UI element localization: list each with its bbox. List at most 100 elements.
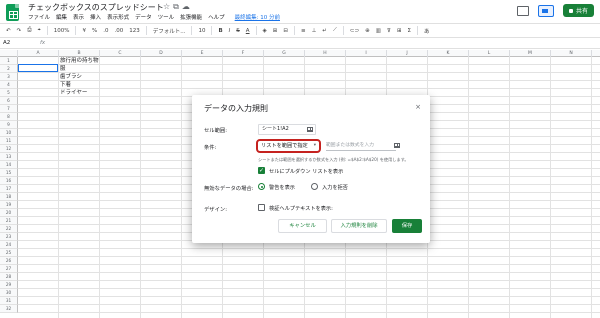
menu-format[interactable]: 表示形式 bbox=[107, 13, 129, 21]
row-header-15[interactable]: 15 bbox=[0, 169, 18, 177]
merge-cells-icon[interactable]: ⊟ bbox=[283, 28, 288, 34]
column-header-k[interactable]: K bbox=[428, 50, 469, 57]
row-header-7[interactable]: 7 bbox=[0, 105, 18, 113]
row-header-16[interactable]: 16 bbox=[0, 177, 18, 185]
save-button[interactable]: 保存 bbox=[392, 219, 422, 233]
column-header-d[interactable]: D bbox=[141, 50, 182, 57]
font-select[interactable]: デフォルト... bbox=[153, 27, 186, 35]
column-header-f[interactable]: F bbox=[223, 50, 264, 57]
vertical-align-icon[interactable]: ⊥ bbox=[312, 28, 317, 34]
column-header-h[interactable]: H bbox=[305, 50, 346, 57]
row-header-10[interactable]: 10 bbox=[0, 129, 18, 137]
row-header-1[interactable]: 1 bbox=[0, 57, 18, 65]
selected-cell[interactable] bbox=[18, 64, 58, 72]
cell-b5[interactable]: ドライヤー bbox=[60, 89, 87, 97]
select-criteria-range-icon[interactable] bbox=[394, 143, 400, 148]
more-formats-button[interactable]: 123 bbox=[129, 28, 140, 34]
select-range-icon[interactable] bbox=[307, 127, 313, 132]
row-header-4[interactable]: 4 bbox=[0, 81, 18, 89]
row-header-5[interactable]: 5 bbox=[0, 89, 18, 97]
cell-b2[interactable]: 服 bbox=[60, 65, 66, 73]
sheets-logo-icon[interactable] bbox=[6, 4, 19, 21]
comment-history-icon[interactable] bbox=[516, 5, 529, 16]
row-header-26[interactable]: 26 bbox=[0, 257, 18, 265]
row-header-30[interactable]: 30 bbox=[0, 289, 18, 297]
column-header-m[interactable]: M bbox=[510, 50, 551, 57]
help-text-checkbox[interactable] bbox=[258, 204, 265, 211]
cell-b4[interactable]: 下着 bbox=[60, 81, 71, 89]
row-header-22[interactable]: 22 bbox=[0, 225, 18, 233]
italic-icon[interactable]: I bbox=[229, 28, 231, 34]
cell-b1[interactable]: 旅行用の持ち物 bbox=[60, 57, 99, 65]
input-tools-icon[interactable]: あ bbox=[424, 27, 430, 35]
insert-chart-icon[interactable]: ▥ bbox=[376, 28, 381, 34]
row-header-11[interactable]: 11 bbox=[0, 137, 18, 145]
percent-button[interactable]: % bbox=[92, 28, 97, 34]
filter-views-icon[interactable]: ⊞ bbox=[397, 28, 402, 34]
row-header-28[interactable]: 28 bbox=[0, 273, 18, 281]
row-header-31[interactable]: 31 bbox=[0, 297, 18, 305]
range-input[interactable]: シート1!A2 bbox=[258, 124, 316, 135]
last-edit-link[interactable]: 最終編集: 10 分前 bbox=[235, 13, 280, 21]
row-header-21[interactable]: 21 bbox=[0, 217, 18, 225]
column-header-n[interactable]: N bbox=[551, 50, 592, 57]
share-button[interactable]: 共有 bbox=[562, 4, 594, 17]
row-header-6[interactable]: 6 bbox=[0, 97, 18, 105]
row-header-25[interactable]: 25 bbox=[0, 249, 18, 257]
undo-icon[interactable]: ↶ bbox=[6, 28, 11, 34]
text-rotation-icon[interactable]: ⟋ bbox=[333, 27, 337, 34]
show-dropdown-checkbox[interactable]: ✓ bbox=[258, 167, 265, 174]
column-header-e[interactable]: E bbox=[182, 50, 223, 57]
column-header-b[interactable]: B bbox=[59, 50, 100, 57]
select-all-corner[interactable] bbox=[0, 50, 18, 57]
decrease-decimal-button[interactable]: .0 bbox=[103, 28, 108, 34]
criteria-range-input[interactable]: 範囲または数式を入力 bbox=[326, 141, 396, 151]
row-header-12[interactable]: 12 bbox=[0, 145, 18, 153]
bold-icon[interactable]: B bbox=[218, 28, 222, 34]
cell-b3[interactable]: 歯ブラシ bbox=[60, 73, 82, 81]
name-box[interactable]: A2 bbox=[3, 40, 10, 46]
row-header-17[interactable]: 17 bbox=[0, 185, 18, 193]
row-header-19[interactable]: 19 bbox=[0, 201, 18, 209]
fill-color-icon[interactable]: ◈ bbox=[263, 28, 267, 34]
row-header-29[interactable]: 29 bbox=[0, 281, 18, 289]
row-header-20[interactable]: 20 bbox=[0, 209, 18, 217]
borders-icon[interactable]: ⊞ bbox=[273, 28, 278, 34]
column-header-i[interactable]: I bbox=[346, 50, 387, 57]
close-icon[interactable]: × bbox=[415, 103, 421, 111]
row-header-24[interactable]: 24 bbox=[0, 241, 18, 249]
warning-radio[interactable] bbox=[258, 183, 265, 190]
paint-format-icon[interactable]: ⌖ bbox=[38, 27, 41, 34]
remove-validation-button[interactable]: 入力規則を削除 bbox=[331, 219, 387, 233]
font-size-select[interactable]: 10 bbox=[198, 28, 205, 34]
menu-tools[interactable]: ツール bbox=[158, 13, 175, 21]
row-header-18[interactable]: 18 bbox=[0, 193, 18, 201]
horizontal-align-icon[interactable]: ≡ bbox=[301, 28, 306, 34]
insert-link-icon[interactable]: ⊂⊃ bbox=[350, 28, 359, 34]
move-icon[interactable]: ⧉ bbox=[173, 2, 182, 11]
redo-icon[interactable]: ↷ bbox=[17, 28, 22, 34]
row-header-3[interactable]: 3 bbox=[0, 73, 18, 81]
currency-button[interactable]: ¥ bbox=[82, 28, 86, 34]
menu-help[interactable]: ヘルプ bbox=[208, 13, 225, 21]
column-header-a[interactable]: A bbox=[18, 50, 59, 57]
row-header-13[interactable]: 13 bbox=[0, 153, 18, 161]
star-icon[interactable]: ☆ bbox=[163, 2, 173, 11]
document-title[interactable]: チェックボックスのスプレッドシート bbox=[28, 2, 164, 13]
row-header-23[interactable]: 23 bbox=[0, 233, 18, 241]
zoom-select[interactable]: 100% bbox=[54, 28, 70, 34]
menu-extensions[interactable]: 拡張機能 bbox=[180, 13, 202, 21]
row-header-27[interactable]: 27 bbox=[0, 265, 18, 273]
column-header-c[interactable]: C bbox=[100, 50, 141, 57]
menu-data[interactable]: データ bbox=[135, 13, 152, 21]
row-header-8[interactable]: 8 bbox=[0, 113, 18, 121]
present-icon[interactable] bbox=[537, 4, 554, 17]
column-header-j[interactable]: J bbox=[387, 50, 428, 57]
menu-view[interactable]: 表示 bbox=[73, 13, 84, 21]
row-header-9[interactable]: 9 bbox=[0, 121, 18, 129]
menu-file[interactable]: ファイル bbox=[28, 13, 50, 21]
cancel-button[interactable]: キャンセル bbox=[278, 219, 327, 233]
text-wrap-icon[interactable]: ↵ bbox=[322, 28, 327, 34]
row-header-2[interactable]: 2 bbox=[0, 65, 18, 73]
menu-insert[interactable]: 挿入 bbox=[90, 13, 101, 21]
